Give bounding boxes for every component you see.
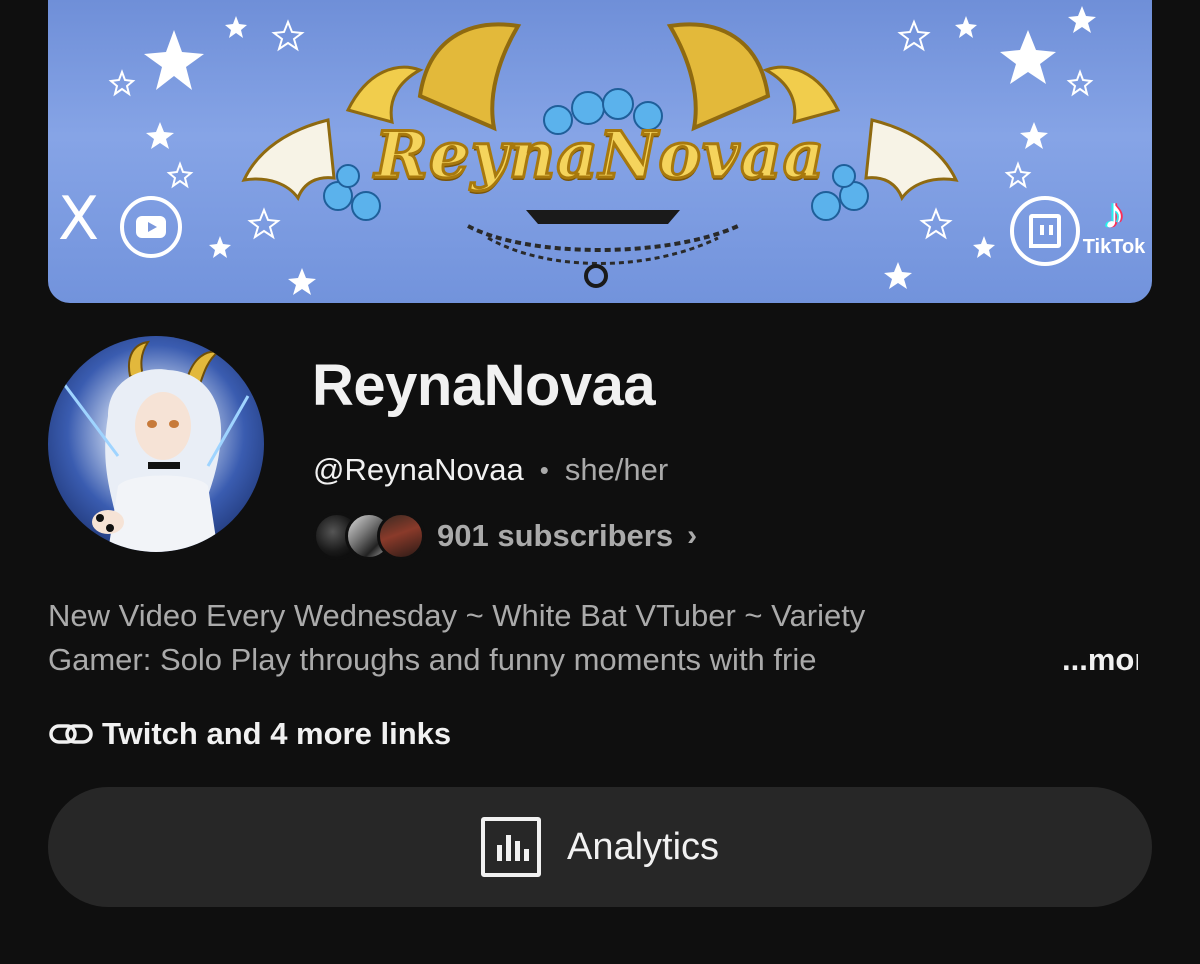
avatar-artwork: [56, 340, 250, 552]
chevron-right-icon: ›: [687, 519, 698, 552]
description-line-2: Gamer: Solo Play throughs and funny mome…: [48, 638, 1138, 682]
channel-meta-row: @ReynaNovaa • she/her: [313, 452, 668, 488]
subscriber-avatar: [377, 512, 425, 560]
separator-dot: •: [539, 454, 549, 485]
description-line: Gamer: Solo Play throughs and funny mome…: [48, 642, 817, 677]
channel-pronouns: she/her: [564, 452, 669, 487]
channel-name: ReynaNovaa: [312, 353, 656, 418]
analytics-label: Analytics: [566, 825, 720, 868]
subscriber-avatars: [313, 512, 425, 560]
more-link[interactable]: ...more: [1058, 638, 1138, 682]
channel-description[interactable]: New Video Every Wednesday ~ White Bat VT…: [48, 594, 1138, 682]
channel-page: ReynaNovaa X ♪ TikTok ReynaNovaa @ReynaN…: [0, 0, 1200, 964]
subscriber-count: 901 subscribers: [437, 518, 674, 553]
channel-links[interactable]: Twitch and 4 more links: [48, 716, 451, 752]
channel-banner[interactable]: ReynaNovaa X ♪ TikTok: [48, 0, 1152, 303]
link-icon: [49, 724, 93, 744]
subscribers-button[interactable]: 901 subscribers ›: [313, 512, 697, 560]
tiktok-label: TikTok: [1082, 236, 1146, 258]
analytics-button[interactable]: Analytics: [48, 787, 1152, 907]
channel-avatar[interactable]: [48, 336, 264, 552]
channel-handle: @ReynaNovaa: [313, 452, 524, 487]
links-label: Twitch and 4 more links: [102, 716, 452, 751]
tiktok-icon: ♪ TikTok: [1076, 192, 1152, 259]
analytics-icon: [480, 817, 541, 877]
banner-title-art: ReynaNovaa: [373, 117, 826, 195]
x-icon: X: [58, 184, 100, 254]
description-line: New Video Every Wednesday ~ White Bat VT…: [48, 598, 866, 633]
twitch-icon: [1010, 196, 1080, 266]
youtube-icon: [120, 196, 182, 258]
